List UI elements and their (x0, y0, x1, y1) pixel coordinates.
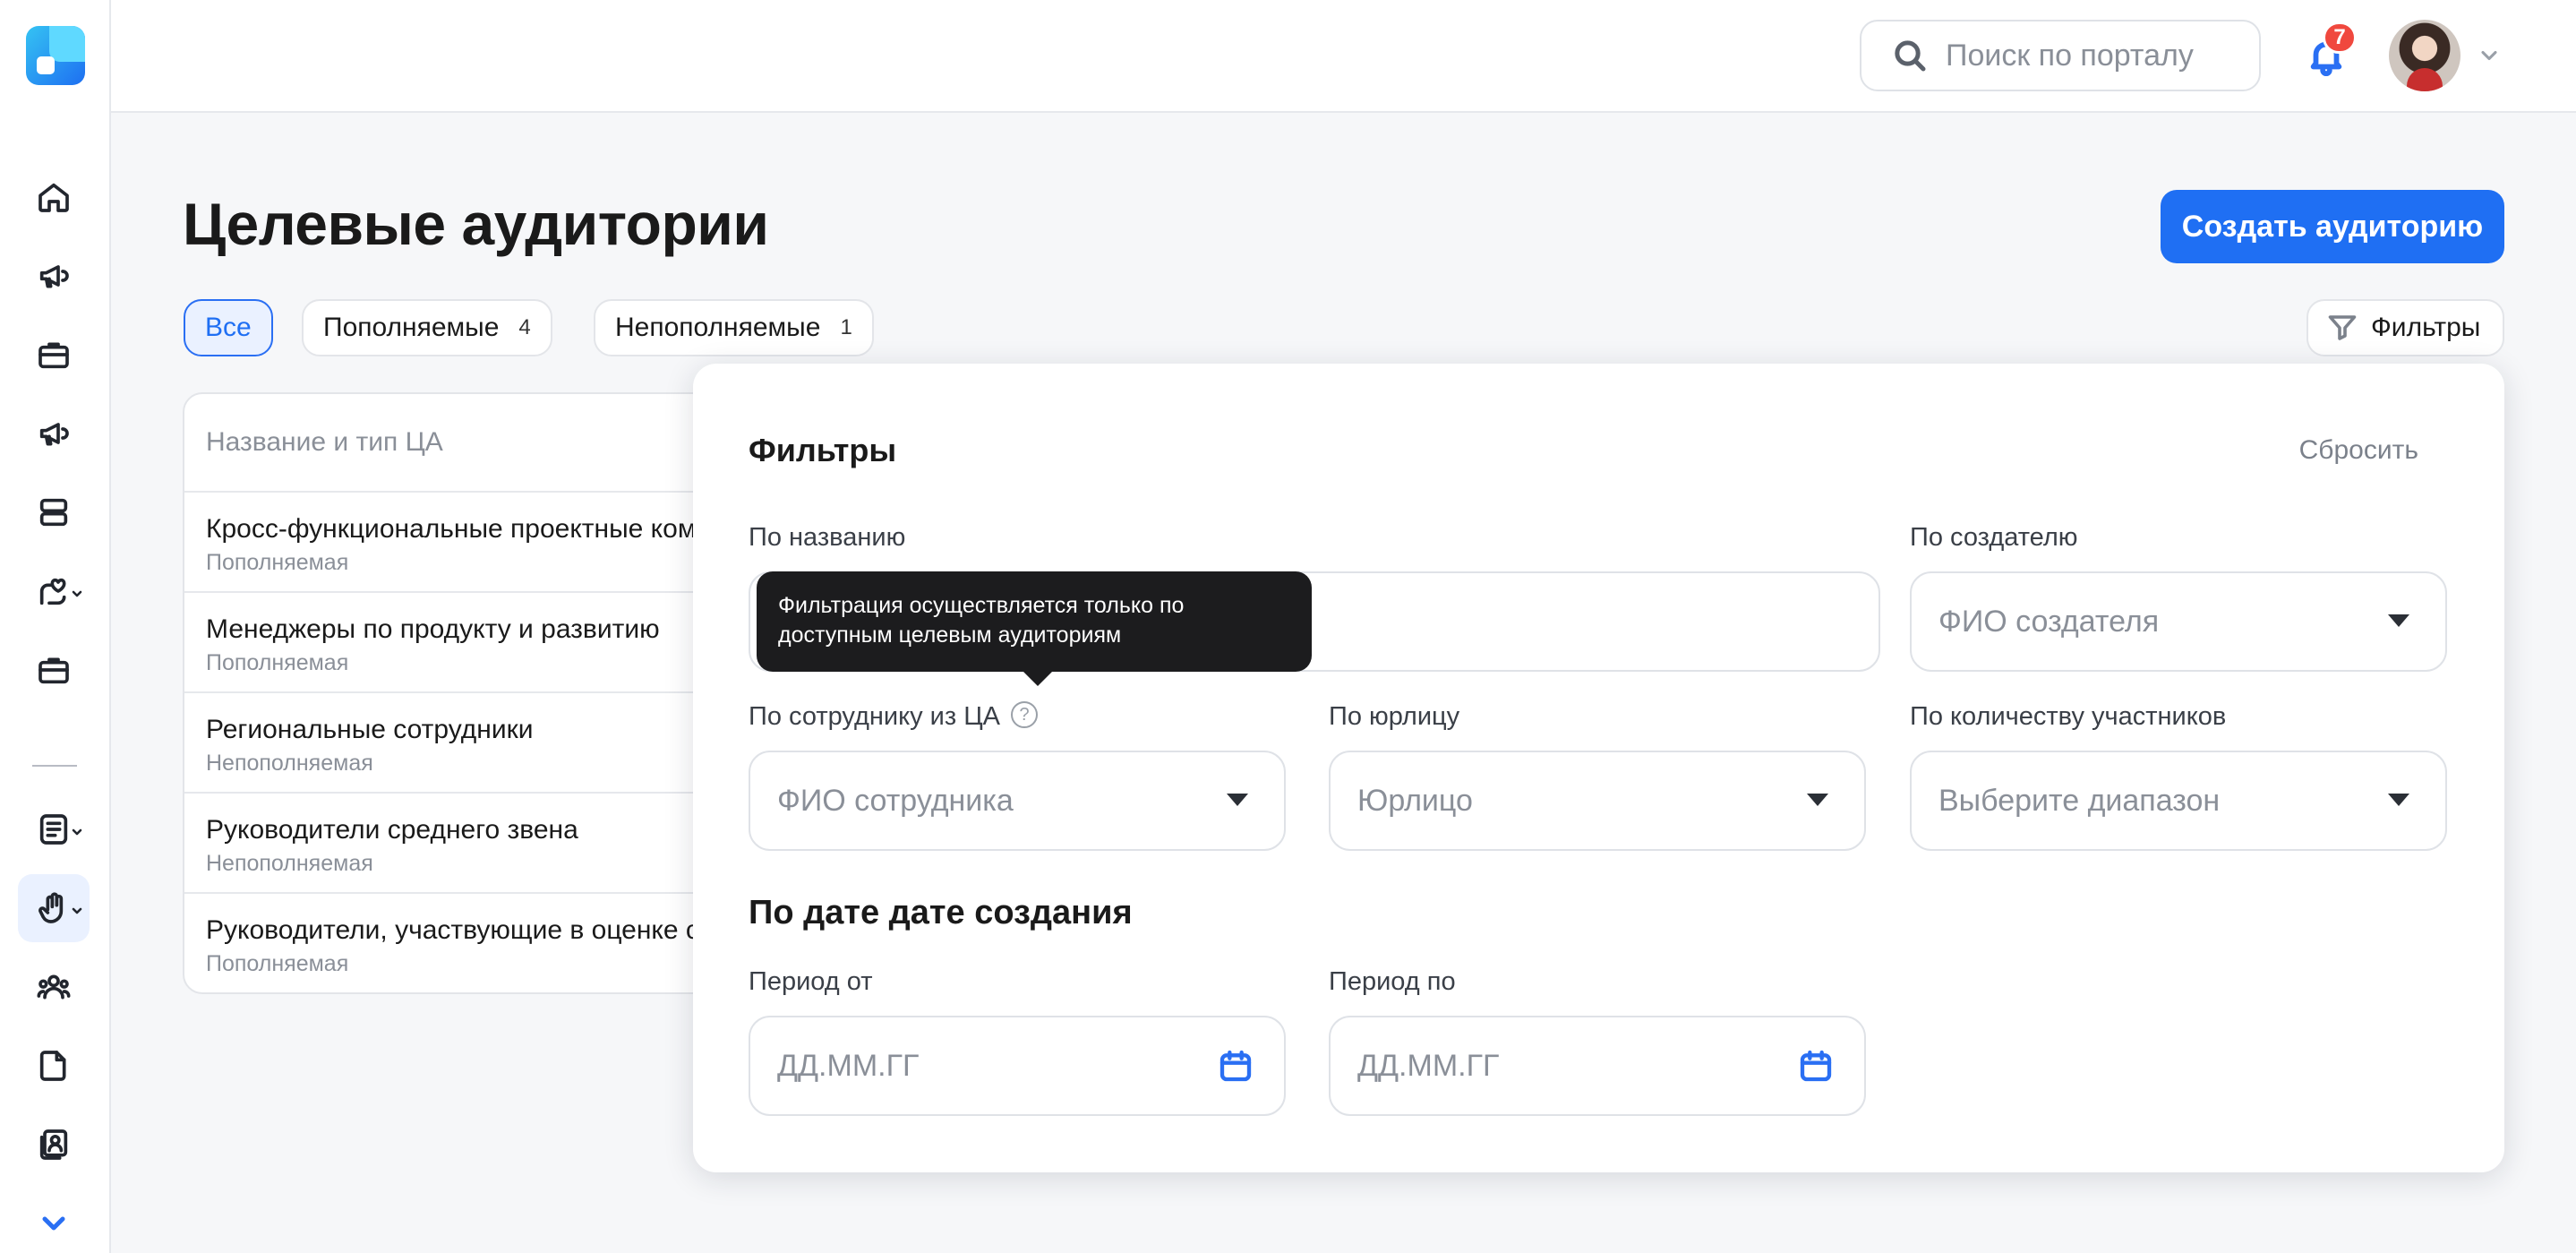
search-input[interactable] (1946, 38, 2241, 73)
tooltip-line: доступным целевым аудиториям (778, 622, 1122, 648)
contacts-icon[interactable] (18, 1111, 90, 1179)
megaphone-icon[interactable] (18, 242, 90, 310)
tab-count: 4 (518, 315, 531, 339)
calendar-icon[interactable] (1218, 1048, 1254, 1084)
chevron-down-icon (72, 826, 82, 836)
notification-badge: 7 (2323, 21, 2357, 54)
search-icon (1895, 40, 1926, 72)
by-creator-label: По создателю (1910, 523, 2078, 552)
employee-placeholder: ФИО сотрудника (777, 783, 1014, 818)
by-name-label: По названию (749, 523, 906, 552)
chevron-down-icon (72, 905, 82, 914)
filter-icon (2328, 315, 2357, 340)
tab-non-replenishable[interactable]: Непополняемые 1 (594, 299, 874, 356)
period-from-placeholder: ДД.ММ.ГГ (777, 1048, 920, 1083)
hand-wave-icon[interactable] (18, 874, 90, 942)
calendar-icon[interactable] (1798, 1048, 1834, 1084)
tab-label: Непополняемые (615, 313, 821, 342)
briefcase-icon[interactable] (18, 636, 90, 704)
count-range-select[interactable]: Выберите диапазон (1910, 751, 2447, 851)
document-icon[interactable] (18, 795, 90, 863)
by-employee-label-text: По сотруднику из ЦА (749, 702, 1001, 731)
period-to-label: Период по (1329, 967, 1456, 996)
tab-all[interactable]: Все (184, 299, 273, 356)
help-tooltip: Фильтрация осуществляется только по дост… (757, 571, 1312, 686)
help-icon[interactable]: ? (1011, 701, 1039, 729)
filters-button[interactable]: Фильтры (2306, 299, 2504, 356)
entity-select[interactable]: Юрлицо (1329, 751, 1866, 851)
period-from-input[interactable]: ДД.ММ.ГГ (749, 1016, 1286, 1116)
period-from-label: Период от (749, 967, 873, 996)
app-logo[interactable] (26, 26, 85, 85)
tab-label: Все (205, 313, 252, 342)
users-icon[interactable] (18, 953, 90, 1021)
tab-replenishable[interactable]: Пополняемые 4 (302, 299, 552, 356)
search-bar[interactable] (1860, 20, 2261, 91)
chevron-down-icon[interactable] (36, 1206, 72, 1241)
creator-placeholder: ФИО создателя (1938, 604, 2160, 639)
avatar[interactable] (2389, 20, 2460, 91)
period-to-input[interactable]: ДД.ММ.ГГ (1329, 1016, 1866, 1116)
create-audience-button[interactable]: Создать аудиторию (2161, 190, 2504, 263)
period-to-placeholder: ДД.ММ.ГГ (1357, 1048, 1500, 1083)
file-icon[interactable] (18, 1032, 90, 1100)
count-placeholder: Выберите диапазон (1938, 783, 2221, 818)
creator-select[interactable]: ФИО создателя (1910, 571, 2447, 672)
entity-placeholder: Юрлицо (1357, 783, 1473, 818)
home-icon[interactable] (18, 163, 90, 231)
by-employee-label: По сотруднику из ЦА? (749, 701, 1039, 732)
chevron-down-icon[interactable] (2477, 43, 2502, 68)
chevron-down-icon (72, 588, 82, 597)
caret-down-icon (1807, 794, 1828, 806)
tab-count: 1 (840, 315, 852, 339)
server-icon[interactable] (18, 478, 90, 546)
hand-heart-icon[interactable] (18, 557, 90, 625)
by-entity-label: По юрлицу (1329, 702, 1460, 731)
by-count-label: По количеству участников (1910, 702, 2227, 731)
briefcase-icon[interactable] (18, 321, 90, 389)
reset-button[interactable]: Сбросить (2299, 435, 2418, 466)
date-section-title: По дате дате создания (749, 894, 1133, 931)
tab-label: Пополняемые (323, 313, 500, 342)
megaphone-icon[interactable] (18, 399, 90, 468)
tooltip-line: Фильтрация осуществляется только по (778, 593, 1185, 618)
filters-title: Фильтры (749, 432, 897, 468)
caret-down-icon (2388, 794, 2409, 806)
employee-select[interactable]: ФИО сотрудника (749, 751, 1286, 851)
sidebar-divider (32, 765, 77, 767)
caret-down-icon (2388, 614, 2409, 627)
page-title: Целевые аудитории (183, 191, 769, 257)
sidebar (0, 0, 111, 1253)
filters-panel: Фильтры Сбросить По названию По создател… (693, 364, 2504, 1172)
filters-button-label: Фильтры (2371, 313, 2481, 342)
caret-down-icon (1227, 794, 1248, 806)
